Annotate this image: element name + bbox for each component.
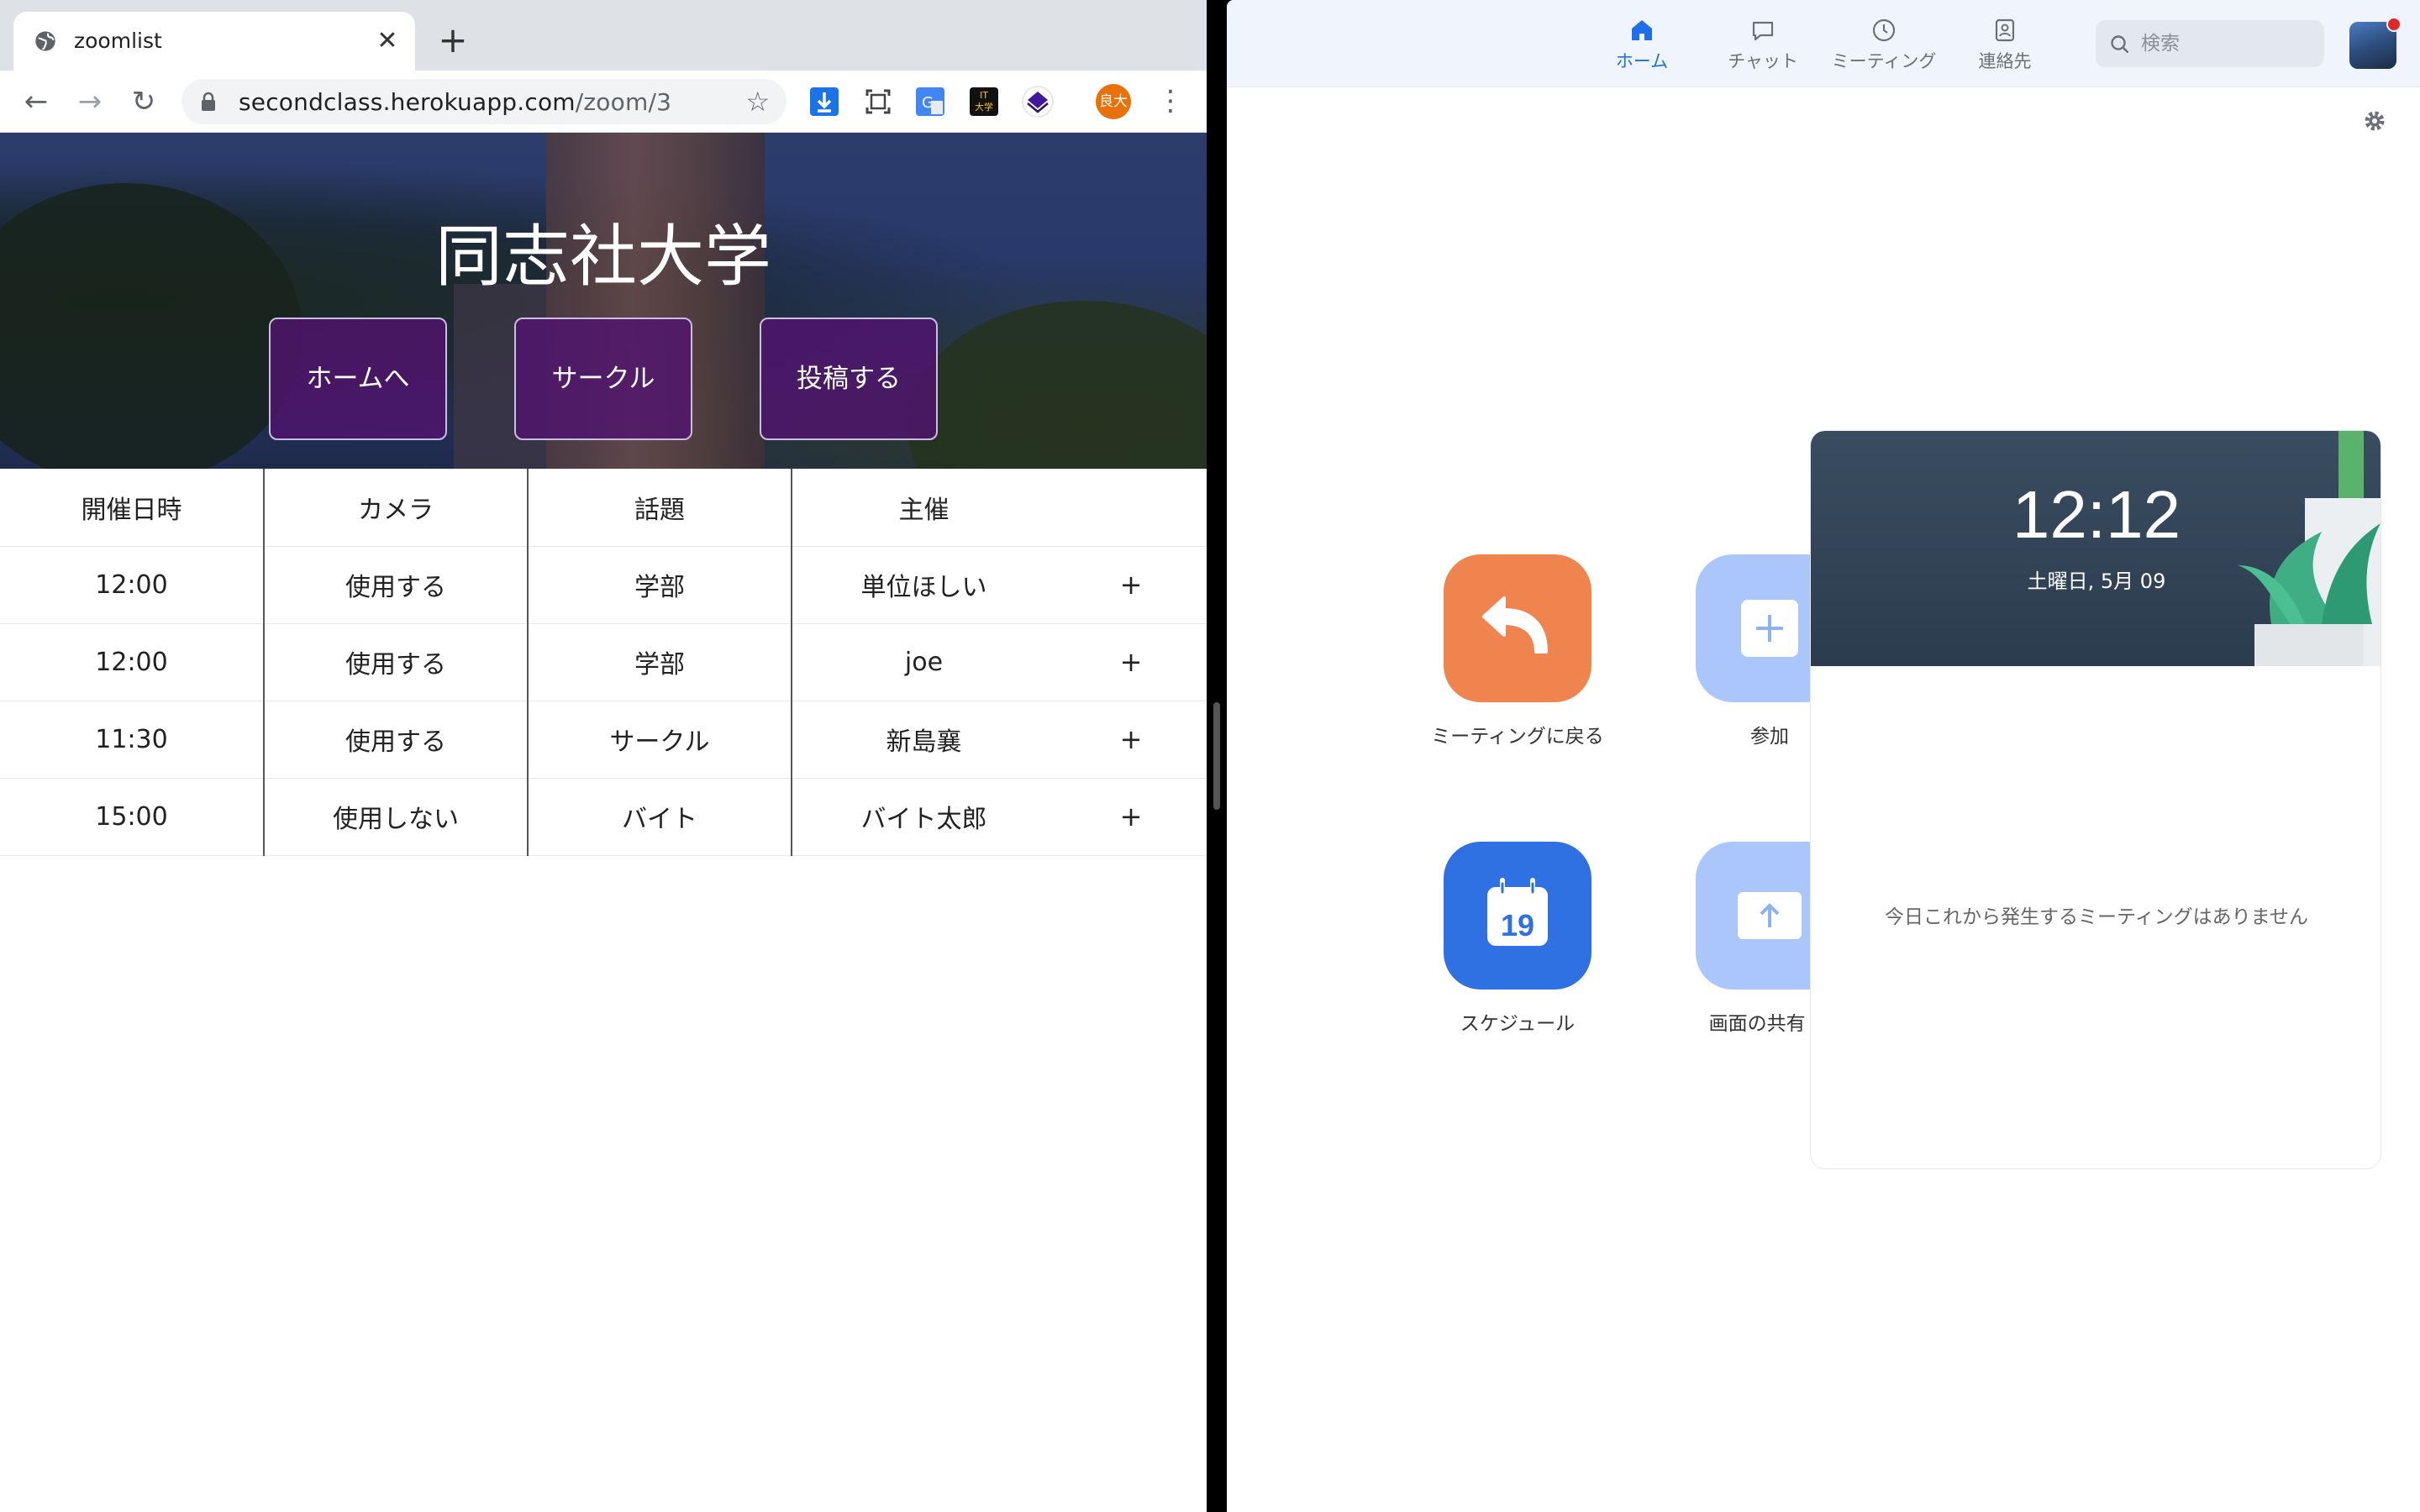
- return-arrow-icon: [1482, 596, 1548, 654]
- forward-arrow-icon[interactable]: →: [71, 82, 109, 121]
- schedule-button[interactable]: 19: [1444, 842, 1591, 990]
- cell-camera: 使用する: [264, 623, 529, 701]
- table-row: 12:00 使用する 学部 joe +: [0, 623, 1207, 701]
- bookmark-star-icon[interactable]: ☆: [745, 87, 770, 116]
- cell-time: 11:30: [0, 701, 265, 779]
- circle-button[interactable]: サークル: [514, 318, 692, 440]
- it-university-extension-icon[interactable]: IT 大学: [970, 87, 998, 116]
- zoom-top-nav: ホーム チャット ミーティング 連絡先: [1227, 0, 2420, 87]
- header-datetime: 開催日時: [0, 469, 265, 547]
- cell-topic: バイト: [528, 778, 792, 856]
- user-avatar[interactable]: [2349, 17, 2402, 69]
- cell-time: 12:00: [0, 546, 265, 624]
- calendar-day: 19: [1501, 908, 1534, 942]
- tab-title: zoomlist: [74, 29, 162, 53]
- add-button[interactable]: +: [1055, 778, 1207, 856]
- tab-chat[interactable]: チャット: [1704, 15, 1822, 79]
- share-screen-text: 画面の共有: [1708, 1013, 1806, 1035]
- page-title: 同志社大学: [435, 218, 771, 296]
- address-bar[interactable]: secondclass.herokuapp.com/zoom/3 ☆: [182, 79, 786, 124]
- divider-handle[interactable]: [1213, 702, 1220, 810]
- add-button[interactable]: +: [1055, 623, 1207, 701]
- search-input[interactable]: [2141, 29, 2309, 59]
- calendar-icon: 19: [1487, 878, 1548, 946]
- tab-contacts[interactable]: 連絡先: [1946, 15, 2064, 79]
- add-button[interactable]: +: [1055, 546, 1207, 624]
- contacts-icon: [1995, 18, 2015, 42]
- no-meetings-message: 今日これから発生するミーティングはありません: [1885, 906, 2308, 928]
- browser-window: zoomlist ✕ + ← → ↻ secondclass.herokuapp…: [0, 0, 1207, 1512]
- layers-extension-icon[interactable]: [1023, 87, 1052, 116]
- header-host: 主催: [792, 469, 1055, 547]
- url-domain: secondclass.herokuapp.com: [239, 88, 576, 116]
- current-date: 土曜日, 5月 09: [2027, 570, 2166, 593]
- cell-camera: 使用する: [264, 546, 529, 624]
- notification-badge: [2386, 17, 2402, 32]
- return-to-meeting-button[interactable]: [1444, 554, 1591, 702]
- search-box[interactable]: [2096, 20, 2324, 67]
- cell-host: 新島襄: [792, 701, 1055, 779]
- cell-camera: 使用する: [264, 701, 529, 779]
- close-tab-icon[interactable]: ✕: [373, 27, 402, 55]
- cell-host: 単位ほしい: [792, 546, 1055, 624]
- more-menu-icon[interactable]: ⋮: [1156, 84, 1185, 119]
- upcoming-meetings-card: 12:12 土曜日, 5月 09 今日これから発生するミーティングはありません: [1810, 430, 2381, 1169]
- clock-icon: [1872, 18, 1896, 42]
- schedule-label: スケジュール: [1460, 1013, 1576, 1035]
- url-text: secondclass.herokuapp.com/zoom/3: [239, 89, 671, 116]
- gear-icon[interactable]: [2363, 109, 2386, 133]
- tab-chat-label: チャット: [1728, 51, 1798, 71]
- table-row: 15:00 使用しない バイト バイト太郎 +: [0, 778, 1207, 856]
- browser-tab[interactable]: zoomlist ✕: [13, 12, 415, 71]
- home-button[interactable]: ホームへ: [269, 318, 447, 440]
- back-arrow-icon[interactable]: ←: [17, 82, 55, 121]
- return-to-meeting-action[interactable]: ミーティングに戻る: [1392, 554, 1644, 749]
- download-extension-icon[interactable]: [810, 87, 839, 116]
- chat-icon: [1752, 21, 1774, 41]
- header-camera: カメラ: [264, 469, 529, 547]
- cell-host: バイト太郎: [792, 778, 1055, 856]
- meeting-table: 開催日時 カメラ 話題 主催 12:00 使用する 学部 単位ほしい + 12:…: [0, 469, 1207, 856]
- cell-topic: サークル: [528, 701, 792, 779]
- table-row: 12:00 使用する 学部 単位ほしい +: [0, 546, 1207, 624]
- table-header-row: 開催日時 カメラ 話題 主催: [0, 469, 1207, 547]
- cell-time: 15:00: [0, 778, 265, 856]
- hero-banner: 同志社大学 ホームへ サークル 投稿する: [0, 133, 1207, 469]
- screenshot-extension-icon[interactable]: [864, 87, 892, 116]
- profile-avatar[interactable]: 良大: [1096, 84, 1131, 119]
- cell-topic: 学部: [528, 623, 792, 701]
- cell-topic: 学部: [528, 546, 792, 624]
- tab-home-label: ホーム: [1615, 51, 1669, 71]
- post-button[interactable]: 投稿する: [760, 318, 938, 440]
- cell-host: joe: [792, 623, 1055, 701]
- header-action: [1055, 469, 1207, 547]
- reload-icon[interactable]: ↻: [124, 82, 163, 121]
- schedule-action[interactable]: 19 スケジュール: [1392, 842, 1644, 1037]
- table-row: 11:30 使用する サークル 新島襄 +: [0, 701, 1207, 779]
- current-time: 12:12: [2012, 477, 2181, 552]
- tab-meetings-label: ミーティング: [1831, 51, 1937, 71]
- browser-toolbar: ← → ↻ secondclass.herokuapp.com/zoom/3 ☆…: [0, 71, 1207, 133]
- search-icon: [2111, 35, 2129, 54]
- globe-icon: [35, 31, 55, 51]
- zoom-window: ホーム チャット ミーティング 連絡先 ミーティングに戻る: [1227, 0, 2420, 1512]
- cell-time: 12:00: [0, 623, 265, 701]
- add-button[interactable]: +: [1055, 701, 1207, 779]
- tab-contacts-label: 連絡先: [1978, 51, 2032, 71]
- lock-icon: [202, 92, 215, 111]
- tab-home[interactable]: ホーム: [1583, 15, 1701, 79]
- translate-extension-icon[interactable]: G: [916, 87, 944, 116]
- url-path: /zoom/3: [575, 88, 672, 116]
- split-view-divider[interactable]: [1207, 0, 1227, 1512]
- home-icon: [1632, 20, 1652, 40]
- header-topic: 話題: [528, 469, 792, 547]
- new-tab-button[interactable]: +: [435, 23, 471, 59]
- cell-camera: 使用しない: [264, 778, 529, 856]
- tab-meetings[interactable]: ミーティング: [1825, 15, 1943, 79]
- tab-strip: zoomlist ✕ +: [0, 0, 1207, 71]
- return-to-meeting-label: ミーティングに戻る: [1431, 726, 1604, 748]
- hero-bg-trees-right: [908, 301, 1207, 469]
